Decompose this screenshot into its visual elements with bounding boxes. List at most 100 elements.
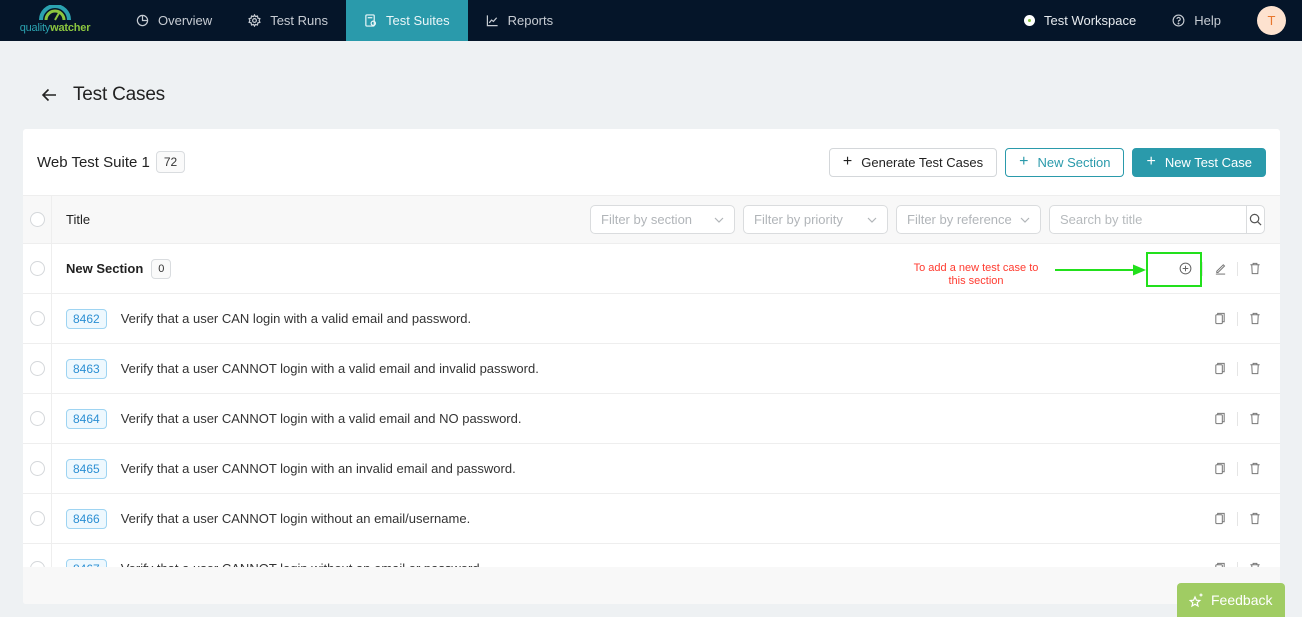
title-column-header: Title [66,212,91,227]
test-case-checkbox[interactable] [29,511,45,526]
suite-name: Web Test Suite 1 [37,153,150,171]
filter-reference-placeholder: Filter by reference [907,212,1012,227]
table-footer [23,567,1280,604]
filter-by-reference-select[interactable]: Filter by reference [896,205,1041,234]
help-link[interactable]: Help [1154,13,1239,28]
filter-section-placeholder: Filter by section [601,212,693,227]
table-header: Title Filter by section Filter by priori… [23,195,1280,244]
test-case-id-badge[interactable]: 8466 [66,508,107,529]
search-input[interactable] [1050,206,1246,233]
nav-overview-label: Overview [158,13,213,28]
section-checkbox[interactable] [29,261,45,276]
duplicate-test-case-button[interactable] [1207,456,1233,482]
workspace-status-icon [1024,15,1035,26]
test-case-id-badge[interactable]: 8462 [66,308,107,329]
test-case-title[interactable]: Verify that a user CANNOT login with a v… [121,361,539,376]
trash-icon [1250,262,1260,275]
logo-gauge-icon [39,5,71,21]
test-case-row[interactable]: 8462 Verify that a user CAN login with a… [23,294,1280,344]
test-case-row[interactable]: 8464 Verify that a user CANNOT login wit… [23,394,1280,444]
divider [1202,261,1203,276]
feedback-button[interactable]: Feedback [1177,583,1285,617]
test-case-title[interactable]: Verify that a user CANNOT login with an … [121,461,516,476]
filter-priority-placeholder: Filter by priority [754,212,843,227]
logo[interactable]: qualitywatcher [0,0,110,41]
test-case-checkbox[interactable] [29,411,45,426]
workspace-switcher[interactable]: Test Workspace [1006,13,1154,28]
suite-count-badge: 72 [155,151,186,173]
pencil-icon [1215,264,1225,275]
filter-by-section-select[interactable]: Filter by section [590,205,735,234]
pie-chart-icon [136,14,149,27]
test-case-title[interactable]: Verify that a user CANNOT login with a v… [121,411,522,426]
test-case-id-badge[interactable]: 8464 [66,408,107,429]
delete-test-case-button[interactable] [1242,506,1268,532]
duplicate-test-case-button[interactable] [1207,356,1233,382]
duplicate-test-case-button[interactable] [1207,506,1233,532]
trash-icon [1250,512,1260,525]
divider [1237,261,1238,276]
test-case-title[interactable]: Verify that a user CANNOT login without … [121,511,470,526]
filter-by-priority-select[interactable]: Filter by priority [743,205,888,234]
nav-test-suites-label: Test Suites [386,13,450,28]
delete-test-case-button[interactable] [1242,306,1268,332]
test-case-checkbox[interactable] [29,361,45,376]
duplicate-test-case-button[interactable] [1207,406,1233,432]
trash-icon [1250,362,1260,375]
line-chart-icon [486,15,498,27]
delete-test-case-button[interactable] [1242,356,1268,382]
edit-section-button[interactable] [1207,256,1233,282]
trash-icon [1250,462,1260,475]
delete-test-case-button[interactable] [1242,456,1268,482]
annotation-highlight-box [1146,252,1202,287]
delete-section-button[interactable] [1242,256,1268,282]
test-case-checkbox[interactable] [29,461,45,476]
test-case-title[interactable]: Verify that a user CAN login with a vali… [121,311,471,326]
search-icon [1249,213,1262,226]
page-header: Test Cases [41,84,165,106]
test-case-row[interactable]: 8465 Verify that a user CANNOT login wit… [23,444,1280,494]
copy-icon [1215,512,1225,525]
new-test-case-button[interactable]: + New Test Case [1132,147,1266,177]
chevron-down-icon [867,217,877,223]
new-section-button[interactable]: + New Section [1005,147,1125,177]
divider [1237,461,1238,476]
test-case-id-badge[interactable]: 8465 [66,458,107,479]
annotation-arrow-icon [1055,264,1146,276]
test-case-row[interactable]: 8463 Verify that a user CANNOT login wit… [23,344,1280,394]
top-nav: qualitywatcher Overview Test Runs Test S… [0,0,1302,41]
nav-test-runs[interactable]: Test Runs [230,0,346,41]
user-avatar[interactable]: T [1257,6,1286,35]
divider [1237,311,1238,326]
test-case-checkbox[interactable] [29,311,45,326]
annotation-text: To add a new test case to this section [913,262,1039,287]
chevron-down-icon [1020,217,1030,223]
feedback-label: Feedback [1211,592,1273,608]
nav-overview[interactable]: Overview [118,0,230,41]
section-count-badge: 0 [151,258,172,279]
nav-reports[interactable]: Reports [468,0,572,41]
divider [1237,411,1238,426]
test-cases-card: Web Test Suite 1 72 + Generate Test Case… [23,129,1280,604]
copy-icon [1215,462,1225,475]
generate-test-cases-button[interactable]: + Generate Test Cases [828,147,998,177]
duplicate-test-case-button[interactable] [1207,306,1233,332]
workspace-name: Test Workspace [1044,13,1137,28]
new-section-label: New Section [1037,154,1111,170]
divider [1237,511,1238,526]
generate-test-cases-label: Generate Test Cases [861,154,984,170]
delete-test-case-button[interactable] [1242,406,1268,432]
divider [1237,361,1238,376]
nav-test-suites[interactable]: Test Suites [346,0,468,41]
test-case-id-badge[interactable]: 8463 [66,358,107,379]
trash-icon [1250,412,1260,425]
search-button[interactable] [1246,206,1264,233]
chevron-down-icon [714,217,724,223]
test-case-row[interactable]: 8466 Verify that a user CANNOT login wit… [23,494,1280,544]
back-arrow-icon[interactable] [41,88,57,102]
new-test-case-label: New Test Case [1164,154,1252,170]
help-label: Help [1194,13,1221,28]
plus-icon: + [1019,153,1029,170]
select-all-checkbox[interactable] [29,212,45,227]
nav-test-runs-label: Test Runs [270,13,328,28]
